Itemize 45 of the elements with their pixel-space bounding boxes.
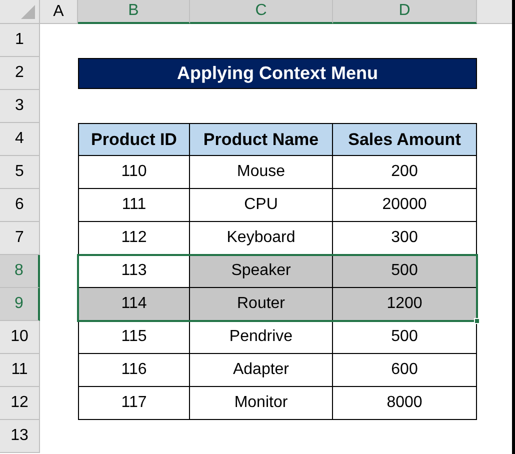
table-cell: Adapter xyxy=(190,354,333,387)
row-header[interactable]: 9 xyxy=(0,288,40,321)
row-header[interactable]: 7 xyxy=(0,222,40,255)
table-cell: 112 xyxy=(78,222,190,255)
row-header[interactable]: 4 xyxy=(0,123,40,156)
table-cell: 500 xyxy=(333,255,477,288)
row-header[interactable]: 3 xyxy=(0,90,40,123)
row-header[interactable]: 11 xyxy=(0,354,40,387)
table-header-cell: Product Name xyxy=(190,123,333,156)
table-cell: 200 xyxy=(333,156,477,189)
row-header[interactable]: 1 xyxy=(0,24,40,57)
table-cell: 111 xyxy=(78,189,190,222)
column-header[interactable]: D xyxy=(333,0,477,24)
table-cell: Router xyxy=(190,288,333,321)
table-cell: 20000 xyxy=(333,189,477,222)
column-header[interactable]: C xyxy=(190,0,333,24)
row-header[interactable]: 10 xyxy=(0,321,40,354)
column-header[interactable]: A xyxy=(40,0,78,24)
table-cell: 500 xyxy=(333,321,477,354)
row-header[interactable]: 12 xyxy=(0,387,40,420)
table-header-cell: Sales Amount xyxy=(333,123,477,156)
row-header[interactable]: 5 xyxy=(0,156,40,189)
table-cell: 115 xyxy=(78,321,190,354)
table-header-cell: Product ID xyxy=(78,123,190,156)
column-header[interactable] xyxy=(477,0,512,24)
row-header[interactable]: 13 xyxy=(0,420,40,453)
table-cell: 117 xyxy=(78,387,190,420)
table-cell: 113 xyxy=(78,255,190,288)
table-cell: 8000 xyxy=(333,387,477,420)
table-cell: Speaker xyxy=(190,255,333,288)
table-cell: 600 xyxy=(333,354,477,387)
title-banner: Applying Context Menu xyxy=(78,58,477,89)
row-header[interactable]: 8 xyxy=(0,255,40,288)
table-cell: 110 xyxy=(78,156,190,189)
table-cell: 116 xyxy=(78,354,190,387)
row-header[interactable]: 2 xyxy=(0,57,40,90)
table-cell: 114 xyxy=(78,288,190,321)
row-header[interactable]: 6 xyxy=(0,189,40,222)
column-header[interactable]: B xyxy=(78,0,190,24)
select-all-icon[interactable] xyxy=(21,5,35,19)
table-cell: Pendrive xyxy=(190,321,333,354)
table-cell: 1200 xyxy=(333,288,477,321)
table-cell: Monitor xyxy=(190,387,333,420)
table-cell: Mouse xyxy=(190,156,333,189)
table-cell: CPU xyxy=(190,189,333,222)
